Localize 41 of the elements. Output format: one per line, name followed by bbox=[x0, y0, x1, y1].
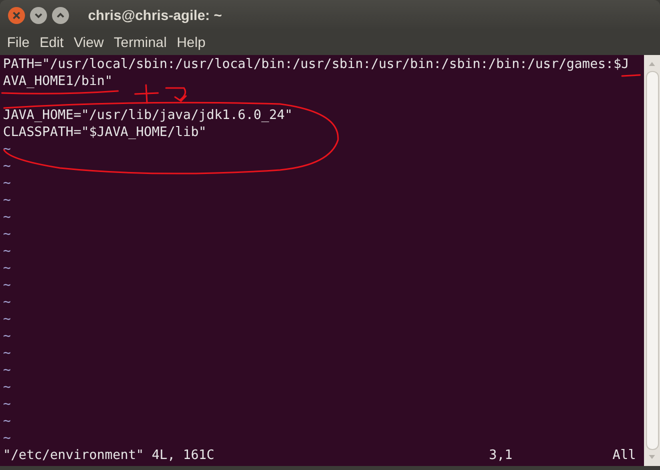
tilde-marker: ~ bbox=[3, 227, 11, 242]
tilde-marker: ~ bbox=[3, 312, 11, 327]
menu-item[interactable]: View bbox=[74, 32, 104, 53]
text-line: PATH="/usr/local/sbin:/usr/local/bin:/usr/sbin:/usr/bin:/sbin:/bin:/usr/games:$J bbox=[3, 57, 630, 72]
status-message: "/etc/environment" 4L, 161C bbox=[3, 447, 214, 464]
scroll-up-icon bbox=[648, 60, 656, 68]
tilde-marker: ~ bbox=[3, 346, 11, 361]
scrollbar-thumb[interactable] bbox=[646, 71, 658, 450]
cursor-position: 3,1 bbox=[489, 447, 513, 464]
tilde-marker: ~ bbox=[3, 142, 11, 157]
tilde-marker: ~ bbox=[3, 397, 11, 412]
text-line: AVA_HOME1/bin" bbox=[3, 74, 113, 89]
text-line: JAVA_HOME="/usr/lib/java/jdk1.6.0_24" bbox=[3, 108, 293, 123]
text-line: CLASSPATH="$JAVA_HOME/lib" bbox=[3, 125, 206, 140]
maximize-button[interactable] bbox=[52, 6, 69, 24]
scrollbar[interactable] bbox=[644, 55, 660, 466]
minimize-button[interactable] bbox=[30, 6, 47, 24]
menu-item[interactable]: File bbox=[7, 32, 30, 53]
tilde-marker: ~ bbox=[3, 244, 11, 259]
tilde-marker: ~ bbox=[3, 159, 11, 174]
tilde-marker: ~ bbox=[3, 210, 11, 225]
tilde-marker: ~ bbox=[3, 261, 11, 276]
menu-item[interactable]: Terminal bbox=[114, 32, 167, 53]
tilde-marker: ~ bbox=[3, 176, 11, 191]
chevron-up-icon bbox=[56, 10, 65, 20]
menu-item[interactable]: Help bbox=[176, 32, 206, 53]
scroll-position: All bbox=[612, 447, 636, 464]
tilde-marker: ~ bbox=[3, 278, 11, 293]
tilde-marker: ~ bbox=[3, 329, 11, 344]
tilde-marker: ~ bbox=[3, 380, 11, 395]
close-button[interactable] bbox=[8, 6, 25, 24]
menu-item[interactable]: Edit bbox=[40, 32, 64, 53]
tilde-marker: ~ bbox=[3, 431, 11, 446]
close-icon bbox=[12, 10, 21, 20]
tilde-marker: ~ bbox=[3, 363, 11, 378]
tilde-marker: ~ bbox=[3, 193, 11, 208]
scroll-down-icon bbox=[648, 453, 656, 461]
tilde-marker: ~ bbox=[3, 414, 11, 429]
window-title: chris@chris-agile: ~ bbox=[88, 6, 222, 25]
chevron-down-icon bbox=[34, 10, 43, 20]
tilde-marker: ~ bbox=[3, 295, 11, 310]
